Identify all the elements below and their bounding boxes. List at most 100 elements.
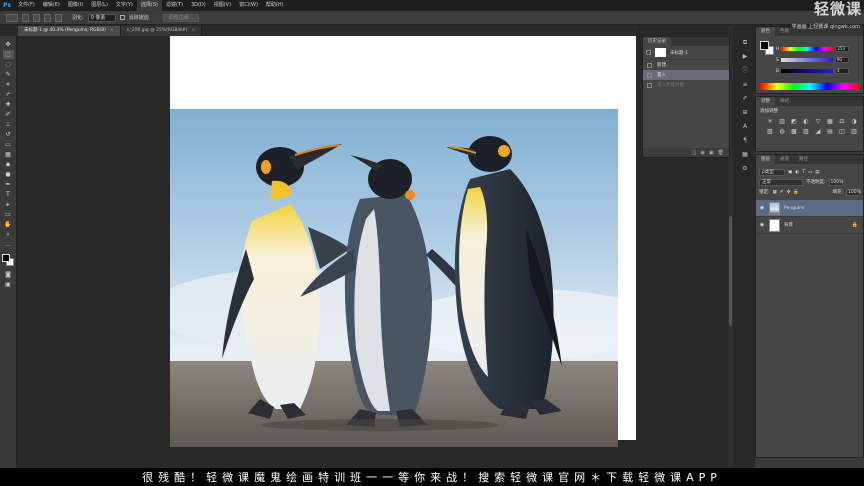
hue-slider[interactable]	[781, 47, 834, 51]
menu-item[interactable]: 帮助(H)	[262, 0, 288, 11]
history-brush-tool-icon[interactable]: ↺	[3, 130, 14, 139]
adjustment-icon[interactable]: ◍	[778, 128, 786, 135]
adjustment-icon[interactable]: ▧	[802, 128, 810, 135]
tab-color[interactable]: 颜色	[756, 27, 775, 36]
create-snapshot-icon[interactable]: ▣	[709, 150, 714, 156]
subtract-selection-mode[interactable]	[44, 13, 51, 22]
tab-styles[interactable]: 样式	[775, 97, 794, 106]
stamp-tool-icon[interactable]: ⊥	[3, 120, 14, 129]
history-panel-icon[interactable]: ⧉	[740, 38, 750, 47]
character-panel-icon[interactable]: A	[740, 122, 750, 131]
type-tool-icon[interactable]: T	[3, 190, 14, 199]
foreground-color-chip[interactable]	[760, 41, 769, 50]
clone-source-panel-icon[interactable]: ⊞	[740, 108, 750, 117]
adjustment-icon[interactable]: ▥	[778, 118, 786, 125]
menu-item[interactable]: 3D(D)	[187, 0, 210, 11]
refine-edge-button[interactable]: 调整边缘...	[162, 13, 200, 22]
adjustment-icon[interactable]: ☀	[766, 118, 774, 125]
screen-mode-icon[interactable]: ▣	[3, 280, 14, 289]
color-spectrum-bar[interactable]	[760, 83, 860, 90]
tab-paths[interactable]: 路径	[794, 155, 813, 164]
saturation-value-input[interactable]: 90	[834, 57, 849, 63]
move-tool-icon[interactable]: ✥	[3, 40, 14, 49]
brush-panel-icon[interactable]: ✐	[740, 94, 750, 103]
adjustment-icon[interactable]: ⚖	[838, 118, 846, 125]
lock-position-icon[interactable]: ✥	[787, 190, 791, 195]
crop-tool-icon[interactable]: ⌗	[3, 80, 14, 89]
menu-item[interactable]: 图层(L)	[87, 0, 112, 11]
close-icon[interactable]: ×	[110, 28, 114, 33]
filter-adjust-icon[interactable]: ◐	[795, 170, 799, 175]
color-swatches[interactable]	[2, 254, 14, 266]
visibility-eye-icon[interactable]: ◉	[759, 222, 765, 228]
menu-item[interactable]: 文字(Y)	[112, 0, 137, 11]
actions-panel-icon[interactable]: ▶	[740, 52, 750, 61]
history-snapshot[interactable]: 未标题-1	[643, 46, 729, 60]
brush-tool-icon[interactable]: ✐	[3, 110, 14, 119]
opacity-input[interactable]: 100%	[828, 178, 843, 186]
tab-layers[interactable]: 图层	[756, 155, 775, 164]
new-snapshot-icon[interactable]: ◉	[701, 150, 705, 156]
marquee-tool-icon[interactable]: ⬚	[2, 50, 14, 59]
layer-row[interactable]: ◉ 背景 🔒	[756, 217, 863, 234]
adjustment-icon[interactable]: ▽	[814, 118, 822, 125]
swatch-panel-icon[interactable]: ▦	[740, 150, 750, 159]
canvas-area[interactable]	[18, 36, 638, 468]
history-item[interactable]: 置入	[643, 70, 729, 80]
properties-panel-icon[interactable]: ≡	[740, 80, 750, 89]
snapshot-source-icon[interactable]	[646, 50, 651, 55]
lock-pixels-icon[interactable]: ✐	[780, 190, 784, 195]
new-selection-mode[interactable]	[22, 13, 29, 22]
adjustment-icon[interactable]: ◩	[790, 118, 798, 125]
history-item[interactable]: 置入智能对象	[643, 80, 729, 90]
info-panel-icon[interactable]: ⓘ	[740, 66, 750, 75]
quick-select-tool-icon[interactable]: ✎	[3, 70, 14, 79]
penguins-photo[interactable]	[170, 109, 618, 447]
healing-tool-icon[interactable]: ✚	[3, 100, 14, 109]
filter-type-icon[interactable]: T	[802, 170, 805, 175]
menu-item[interactable]: 文件(F)	[14, 0, 39, 11]
visibility-eye-icon[interactable]: ◉	[759, 205, 765, 211]
menu-item[interactable]: 选择(S)	[136, 0, 162, 11]
lock-all-icon[interactable]: 🔒	[793, 190, 799, 195]
path-select-tool-icon[interactable]: ▸	[3, 200, 14, 209]
tool-presets-panel-icon[interactable]: ⚙	[740, 164, 750, 173]
new-document-from-state-icon[interactable]: ◫	[692, 150, 697, 156]
tab-untitled-1[interactable]: 未标题-1 @ 40.3% (Penguins, RGB/8) ×	[18, 26, 121, 36]
intersect-selection-mode[interactable]	[55, 13, 62, 22]
fill-input[interactable]: 100%	[846, 188, 861, 196]
saturation-slider[interactable]	[780, 58, 833, 62]
menu-item[interactable]: 窗口(W)	[235, 0, 262, 11]
adjustment-icon[interactable]: ◫	[838, 128, 846, 135]
adjustment-icon[interactable]: ◢	[814, 128, 822, 135]
lock-transparency-icon[interactable]: ▦	[773, 190, 777, 195]
brightness-value-input[interactable]: 4	[835, 68, 850, 74]
add-selection-mode[interactable]	[33, 13, 40, 22]
filter-pixel-icon[interactable]: ▣	[788, 170, 792, 175]
shape-tool-icon[interactable]: ▭	[3, 210, 14, 219]
more-tools-icon[interactable]: …	[3, 240, 14, 249]
tab-adjustments[interactable]: 调整	[756, 97, 775, 106]
feather-input[interactable]: 0 像素	[87, 13, 116, 22]
adjustment-icon[interactable]: ▤	[826, 128, 834, 135]
filter-smart-icon[interactable]: ▤	[815, 170, 819, 175]
gradient-tool-icon[interactable]: ▦	[3, 150, 14, 159]
tab-channels[interactable]: 通道	[775, 155, 794, 164]
layer-row[interactable]: ◉ Penguins	[756, 200, 863, 217]
hand-tool-icon[interactable]: ✋	[3, 220, 14, 229]
document-canvas[interactable]	[170, 36, 636, 447]
menu-item[interactable]: 图像(I)	[64, 0, 87, 11]
lasso-tool-icon[interactable]: ◌	[3, 60, 14, 69]
blend-mode-select[interactable]: 正常	[759, 178, 803, 186]
adjustment-icon[interactable]: ▦	[826, 118, 834, 125]
dodge-tool-icon[interactable]: ●	[3, 170, 14, 179]
color-panel-swatches[interactable]	[760, 41, 774, 55]
adjustment-icon[interactable]: ◐	[802, 118, 810, 125]
adjustment-icon[interactable]: ▩	[790, 128, 798, 135]
foreground-color-swatch[interactable]	[2, 254, 10, 262]
blur-tool-icon[interactable]: ◆	[3, 160, 14, 169]
eraser-tool-icon[interactable]: ▭	[3, 140, 14, 149]
paragraph-panel-icon[interactable]: ¶	[740, 136, 750, 145]
zoom-tool-icon[interactable]: ⌕	[3, 230, 14, 239]
layer-kind-filter[interactable]: ρ类型	[759, 168, 785, 176]
